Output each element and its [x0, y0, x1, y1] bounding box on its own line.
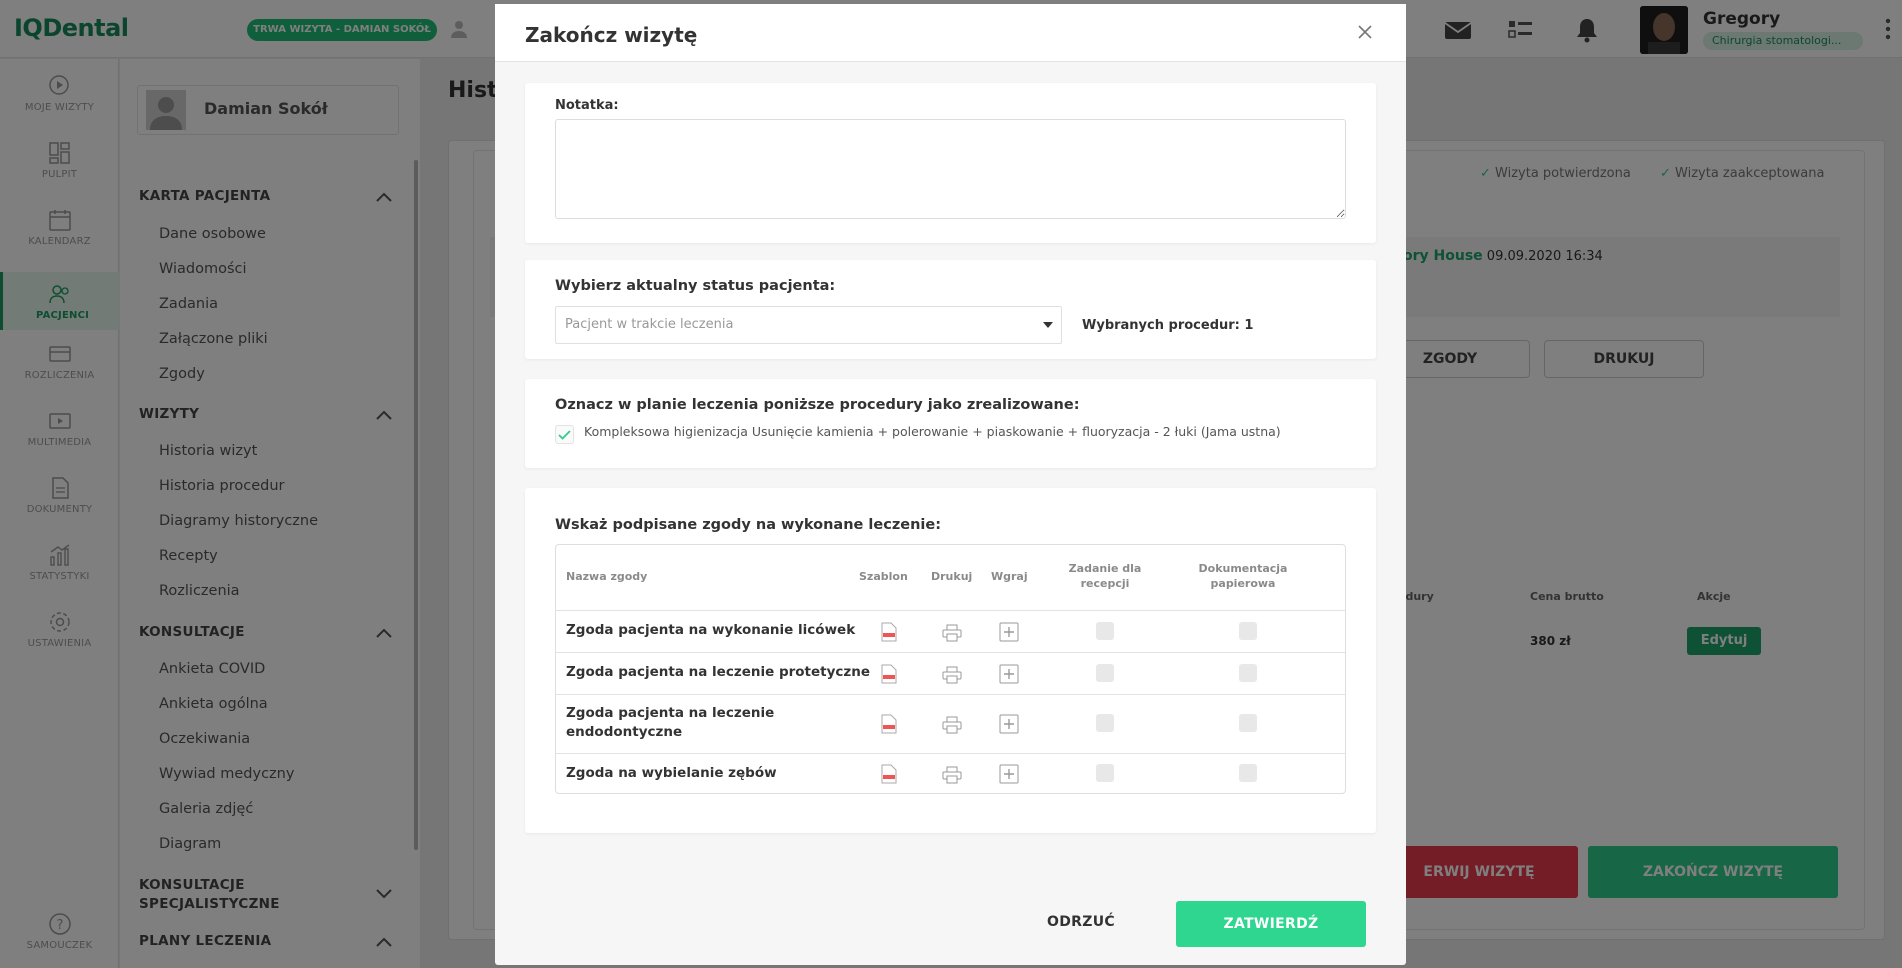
selected-procedures-count: Wybranych procedur: 1	[1082, 318, 1254, 333]
printer-icon[interactable]	[942, 766, 962, 784]
consent-name: Zgoda pacjenta na leczenie endodontyczne	[566, 705, 775, 740]
paper-checkbox[interactable]	[1239, 714, 1257, 732]
treatment-plan-card: Oznacz w planie leczenia poniższe proced…	[525, 379, 1376, 468]
paper-checkbox[interactable]	[1239, 764, 1257, 782]
consents-card: Wskaż podpisane zgody na wykonane leczen…	[525, 488, 1376, 833]
procedure-label: Kompleksowa higienizacja Usunięcie kamie…	[584, 424, 1281, 439]
modal-title: Zakończ wizytę	[525, 23, 698, 47]
col-zadanie-dla-recepcji: Zadanie dla recepcji	[1068, 562, 1142, 590]
patient-status-select[interactable]: Pacjent w trakcie leczenia	[555, 306, 1062, 344]
pdf-template-icon[interactable]	[881, 622, 897, 642]
pdf-template-icon[interactable]	[881, 664, 897, 684]
row-divider	[556, 610, 1345, 611]
checkmark-icon	[558, 430, 571, 440]
patient-status-value: Pacjent w trakcie leczenia	[565, 317, 734, 332]
row-divider	[556, 652, 1345, 653]
upload-plus-icon[interactable]	[999, 664, 1019, 684]
note-textarea[interactable]	[555, 119, 1346, 219]
procedure-checkbox[interactable]	[555, 425, 574, 444]
upload-plus-icon[interactable]	[999, 622, 1019, 642]
task-checkbox[interactable]	[1096, 764, 1114, 782]
confirm-button[interactable]: ZATWIERDŹ	[1176, 901, 1366, 947]
task-checkbox[interactable]	[1096, 714, 1114, 732]
paper-checkbox[interactable]	[1239, 664, 1257, 682]
pdf-template-icon[interactable]	[881, 714, 897, 734]
col-szablon: Szablon	[859, 570, 908, 583]
status-card: Wybierz aktualny status pacjenta: Pacjen…	[525, 260, 1376, 359]
paper-checkbox[interactable]	[1239, 622, 1257, 640]
consent-name: Zgoda pacjenta na leczenie protetyczne	[566, 664, 871, 680]
printer-icon[interactable]	[942, 624, 962, 642]
consent-name: Zgoda pacjenta na wykonanie licówek	[566, 622, 856, 638]
consent-name: Zgoda na wybielanie zębów	[566, 765, 777, 781]
row-divider	[556, 753, 1345, 754]
consents-table: Nazwa zgody Szablon Drukuj Wgraj Zadanie…	[555, 544, 1346, 794]
col-drukuj: Drukuj	[931, 570, 973, 583]
col-wgraj: Wgraj	[991, 570, 1028, 583]
note-card: Notatka:	[525, 83, 1376, 243]
close-icon[interactable]	[1357, 24, 1373, 40]
row-divider	[556, 694, 1345, 695]
upload-plus-icon[interactable]	[999, 764, 1019, 784]
pdf-template-icon[interactable]	[881, 764, 897, 784]
col-dokumentacja-papierowa: Dokumentacja papierowa	[1198, 562, 1288, 590]
caret-down-icon	[1043, 322, 1053, 328]
task-checkbox[interactable]	[1096, 664, 1114, 682]
upload-plus-icon[interactable]	[999, 714, 1019, 734]
modal-header: Zakończ wizytę	[495, 4, 1406, 62]
consents-label: Wskaż podpisane zgody na wykonane leczen…	[555, 517, 942, 533]
task-checkbox[interactable]	[1096, 622, 1114, 640]
plan-label: Oznacz w planie leczenia poniższe proced…	[555, 397, 1080, 413]
status-label: Wybierz aktualny status pacjenta:	[555, 278, 836, 294]
col-nazwa-zgody: Nazwa zgody	[566, 570, 648, 583]
finish-visit-modal: Zakończ wizytę Notatka: Wybierz aktualny…	[495, 4, 1406, 965]
printer-icon[interactable]	[942, 716, 962, 734]
reject-button[interactable]: ODRZUĆ	[1016, 902, 1146, 942]
printer-icon[interactable]	[942, 666, 962, 684]
note-label: Notatka:	[555, 98, 619, 113]
